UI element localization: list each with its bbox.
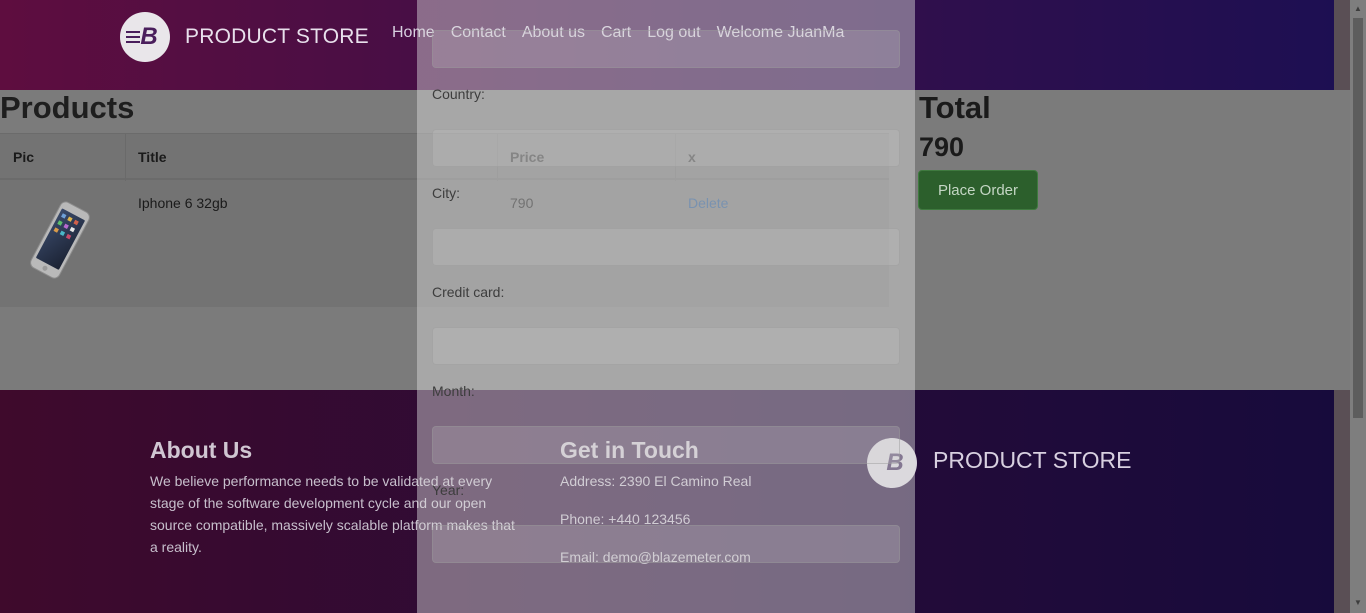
city-label: City: [432,185,460,201]
year-input[interactable] [432,525,900,563]
scroll-thumb[interactable] [1353,18,1363,418]
place-order-modal: Country: City: Credit card: Month: Year: [417,0,915,613]
total-amount: 790 [919,132,965,162]
footer-brand-name: PRODUCT STORE [933,447,1132,473]
blazemeter-logo-icon: B [120,12,170,62]
name-input[interactable] [432,30,900,68]
scroll-up-icon[interactable]: ▲ [1354,4,1362,13]
credit-card-input[interactable] [432,327,900,365]
products-heading: Products [0,90,135,125]
total-heading: Total [919,90,991,125]
city-input[interactable] [432,228,900,266]
month-input[interactable] [432,426,900,464]
country-input[interactable] [432,129,900,167]
brand-name: PRODUCT STORE [185,25,369,48]
col-header-title: Title [138,149,167,165]
about-us-heading: About Us [150,437,253,463]
brand-home-link[interactable]: B PRODUCT STORE [120,12,369,62]
year-label: Year: [432,482,465,498]
page-scrollbar[interactable]: ▲ ▼ [1350,0,1366,613]
product-title-cell: Iphone 6 32gb [138,195,228,211]
credit-card-label: Credit card: [432,284,505,300]
col-header-pic: Pic [13,149,35,165]
month-label: Month: [432,383,475,399]
scroll-down-icon[interactable]: ▼ [1354,598,1362,607]
country-label: Country: [432,86,485,102]
iphone-product-image [30,201,90,279]
place-order-button[interactable]: Place Order [918,170,1038,210]
